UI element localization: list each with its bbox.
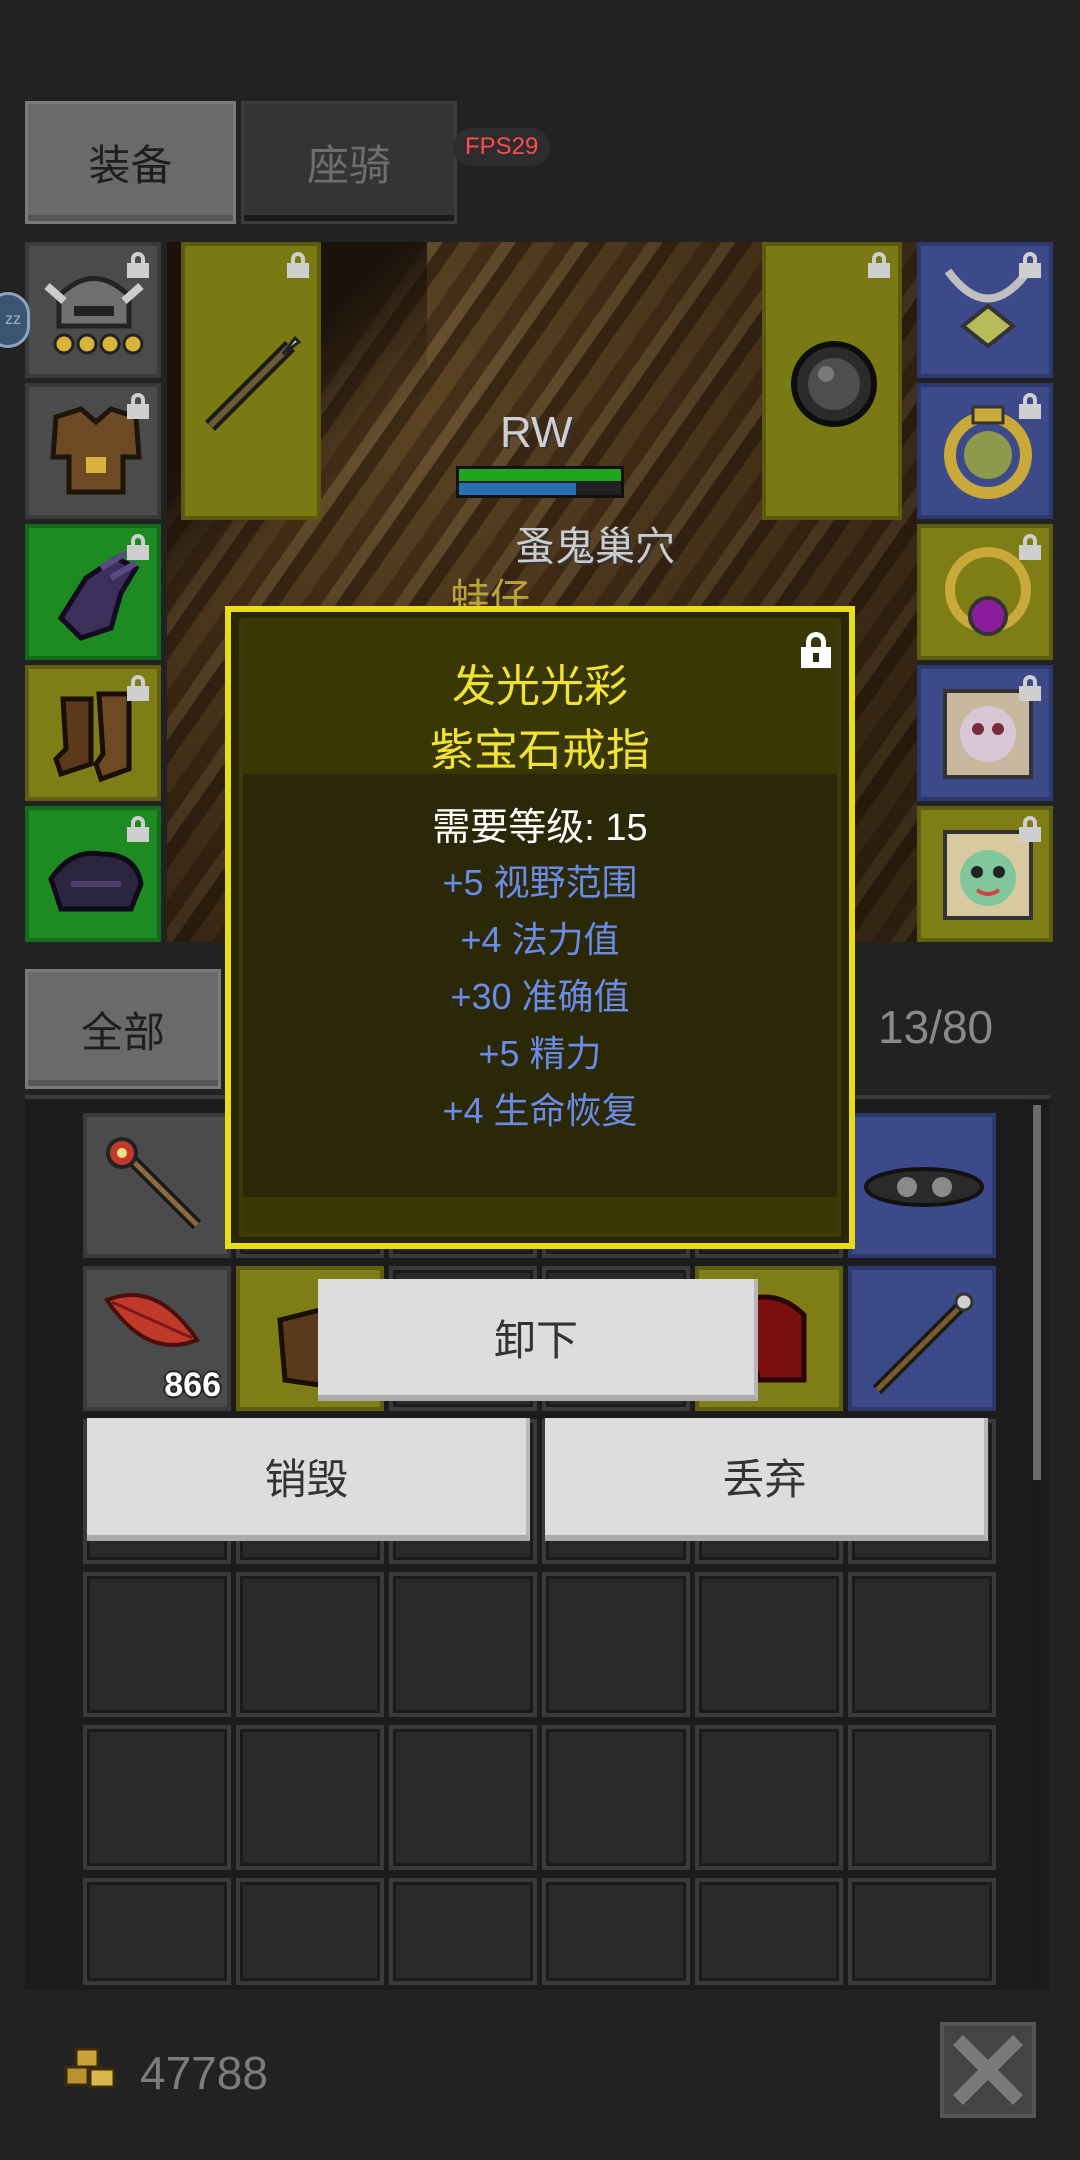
glove-slot[interactable] xyxy=(25,524,161,660)
inventory-slot-empty[interactable] xyxy=(236,1878,384,1985)
item-stat: +5 精力 xyxy=(478,1033,602,1074)
drop-button[interactable]: 丢弃 xyxy=(545,1418,988,1541)
inventory-slot-staff[interactable] xyxy=(83,1113,231,1258)
lock-icon xyxy=(1019,675,1041,701)
tab-equipment[interactable]: 装备 xyxy=(25,101,236,224)
inventory-slot-empty[interactable] xyxy=(695,1725,843,1870)
inventory-slot-empty[interactable] xyxy=(389,1572,537,1717)
item-stat: +5 视野范围 xyxy=(442,862,638,903)
inventory-slot-leaf[interactable]: 866 xyxy=(83,1266,231,1411)
stack-count: 866 xyxy=(164,1366,221,1404)
item-requirement: 需要等级: 15 xyxy=(432,807,648,849)
item-stat: +30 准确值 xyxy=(450,976,630,1017)
item-prefix: 发光光彩 xyxy=(452,662,628,711)
gold-amount: 47788 xyxy=(140,2047,268,2099)
ring-slot[interactable] xyxy=(917,383,1053,519)
helmet-slot[interactable] xyxy=(25,242,161,378)
inventory-capacity: 13/80 xyxy=(878,1001,994,1053)
inventory-slot-spear[interactable] xyxy=(848,1266,996,1411)
inventory-slot-empty[interactable] xyxy=(542,1572,690,1717)
weapon-slot[interactable] xyxy=(181,242,321,520)
lock-icon xyxy=(127,675,149,701)
inventory-slot-empty[interactable] xyxy=(236,1572,384,1717)
cloak-slot[interactable] xyxy=(25,806,161,942)
item-stat: +4 法力值 xyxy=(460,919,620,960)
offhand-slot[interactable] xyxy=(762,242,902,520)
inventory-slot-empty[interactable] xyxy=(695,1572,843,1717)
item-tooltip: 发光光彩 紫宝石戒指 需要等级: 15 +5 视野范围 +4 法力值 +30 准… xyxy=(225,606,855,1249)
lock-icon xyxy=(127,816,149,842)
inventory-slot-empty[interactable] xyxy=(695,1878,843,1985)
leaf-icon xyxy=(103,1293,201,1347)
inventory-slot-empty[interactable] xyxy=(83,1878,231,1985)
fps-counter: FPS29 xyxy=(453,128,551,166)
close-button[interactable] xyxy=(940,2022,1036,2118)
gold-coins-icon xyxy=(64,2047,116,2089)
shield-icon xyxy=(791,341,877,427)
spear-icon xyxy=(205,335,302,431)
inventory-slot-empty[interactable] xyxy=(389,1725,537,1870)
staff-icon xyxy=(106,1137,202,1230)
item-stat: +4 生命恢复 xyxy=(442,1090,638,1131)
spear-icon xyxy=(872,1292,974,1395)
inventory-slot-empty[interactable] xyxy=(236,1725,384,1870)
close-icon xyxy=(953,2035,1023,2105)
lock-icon xyxy=(868,252,890,278)
inventory-slot-empty[interactable] xyxy=(83,1725,231,1870)
pet-card-slot[interactable] xyxy=(917,665,1053,801)
lock-icon xyxy=(127,393,149,419)
hp-mp-bar xyxy=(456,466,624,498)
inventory-slot-empty[interactable] xyxy=(542,1725,690,1870)
lock-icon xyxy=(1019,816,1041,842)
purple-ring-slot[interactable] xyxy=(917,524,1053,660)
inventory-slot-empty[interactable] xyxy=(83,1572,231,1717)
map-label: 蚤鬼巢穴 xyxy=(515,525,675,569)
inventory-slot-empty[interactable] xyxy=(389,1878,537,1985)
lock-icon xyxy=(1019,393,1041,419)
character-name: RW xyxy=(500,408,573,457)
item-name: 紫宝石戒指 xyxy=(430,726,650,775)
inventory-slot-goggles[interactable] xyxy=(848,1113,996,1258)
lock-icon xyxy=(1019,252,1041,278)
armor-slot[interactable] xyxy=(25,383,161,519)
inventory-slot-empty[interactable] xyxy=(848,1725,996,1870)
inventory-slot-empty[interactable] xyxy=(848,1878,996,1985)
tab-mount[interactable]: 座骑 xyxy=(241,101,457,224)
category-all-tab[interactable]: 全部 xyxy=(25,969,221,1089)
lock-icon xyxy=(127,534,149,560)
boots-slot[interactable] xyxy=(25,665,161,801)
inventory-slot-empty[interactable] xyxy=(542,1878,690,1985)
goggles-icon xyxy=(864,1167,984,1207)
scroll-thumb[interactable] xyxy=(1033,1105,1041,1480)
inventory-slot-empty[interactable] xyxy=(848,1572,996,1717)
lock-icon xyxy=(287,252,309,278)
unequip-button[interactable]: 卸下 xyxy=(318,1279,758,1401)
lock-icon xyxy=(127,252,149,278)
destroy-button[interactable]: 销毁 xyxy=(87,1418,530,1541)
necklace-slot[interactable] xyxy=(917,242,1053,378)
lock-icon xyxy=(1019,534,1041,560)
frog-card-slot[interactable] xyxy=(917,806,1053,942)
